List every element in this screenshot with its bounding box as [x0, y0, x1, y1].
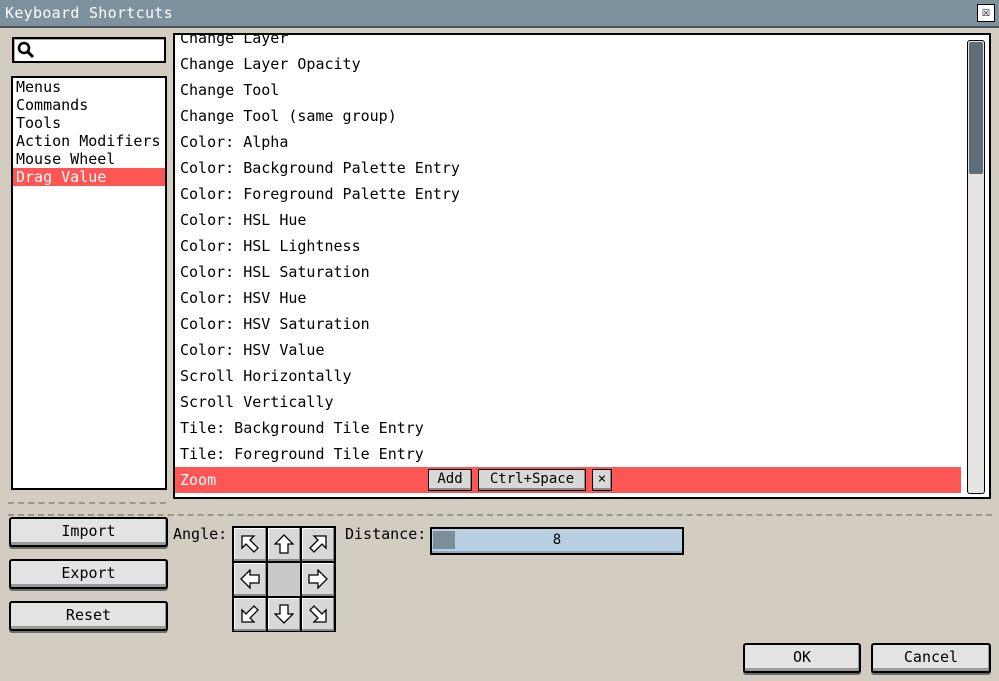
arrow-up-icon [274, 534, 294, 554]
angle-label: Angle: [173, 525, 228, 543]
shortcut-row[interactable]: Tile: Foreground Tile Entry [175, 441, 961, 467]
distance-label: Distance: [345, 525, 427, 543]
angle-up-left-button[interactable] [234, 528, 266, 561]
shortcut-list: Change Layer Change Layer Opacity Change… [173, 33, 991, 499]
import-label: Import [61, 522, 116, 540]
scrollbar-thumb[interactable] [969, 42, 983, 174]
reset-button[interactable]: Reset [9, 601, 168, 631]
arrow-left-icon [240, 569, 260, 589]
search-field[interactable] [12, 37, 166, 63]
divider [8, 514, 992, 516]
search-input[interactable] [36, 40, 158, 58]
category-list: Menus Commands Tools Action Modifiers Mo… [11, 76, 167, 490]
arrow-down-left-icon [241, 605, 259, 623]
export-button[interactable]: Export [9, 559, 168, 589]
close-icon: ☒ [981, 4, 991, 20]
category-item-action-modifiers[interactable]: Action Modifiers [13, 132, 165, 150]
ok-button[interactable]: OK [743, 643, 861, 673]
shortcut-row[interactable]: Change Layer Opacity [175, 51, 961, 77]
angle-up-button[interactable] [268, 528, 300, 561]
search-icon [17, 41, 35, 59]
divider [8, 502, 166, 504]
shortcut-row[interactable]: Scroll Vertically [175, 389, 961, 415]
shortcut-row[interactable]: Change Layer [175, 35, 961, 51]
distance-slider[interactable]: 8 [430, 527, 684, 555]
ok-label: OK [792, 648, 812, 666]
category-item-mouse-wheel[interactable]: Mouse Wheel [13, 150, 165, 168]
angle-up-right-button[interactable] [302, 528, 334, 561]
shortcut-row[interactable]: Color: HSL Hue [175, 207, 961, 233]
arrow-up-right-icon [309, 535, 327, 553]
shortcut-row[interactable]: Color: Background Palette Entry [175, 155, 961, 181]
close-button[interactable]: ☒ [977, 4, 995, 22]
arrow-up-left-icon [241, 535, 259, 553]
import-button[interactable]: Import [9, 517, 168, 547]
category-item-commands[interactable]: Commands [13, 96, 165, 114]
category-item-tools[interactable]: Tools [13, 114, 165, 132]
shortcut-row[interactable]: Scroll Horizontally [175, 363, 961, 389]
angle-down-left-button[interactable] [234, 598, 266, 631]
angle-center [268, 563, 300, 596]
reset-label: Reset [65, 606, 112, 624]
shortcut-row[interactable]: Change Tool (same group) [175, 103, 961, 129]
arrow-down-right-icon [309, 605, 327, 623]
shortcut-row-zoom[interactable]: Zoom Add Ctrl+Space × [175, 467, 961, 493]
shortcut-key-button[interactable]: Ctrl+Space [478, 469, 586, 491]
shortcut-row[interactable]: Color: Alpha [175, 129, 961, 155]
title-bar: Keyboard Shortcuts ☒ [0, 0, 999, 28]
arrow-right-icon [308, 569, 328, 589]
shortcut-row[interactable]: Tile: Background Tile Entry [175, 415, 961, 441]
category-item-menus[interactable]: Menus [13, 78, 165, 96]
cancel-label: Cancel [903, 648, 959, 666]
distance-value: 8 [552, 532, 562, 548]
shortcut-row[interactable]: Color: HSL Lightness [175, 233, 961, 259]
angle-down-right-button[interactable] [302, 598, 334, 631]
angle-left-button[interactable] [234, 563, 266, 596]
vertical-scrollbar[interactable] [967, 40, 985, 494]
shortcut-label: Zoom [180, 471, 217, 489]
shortcut-row[interactable]: Color: HSV Value [175, 337, 961, 363]
shortcut-row[interactable]: Color: HSV Hue [175, 285, 961, 311]
remove-shortcut-button[interactable]: × [592, 469, 612, 491]
shortcut-row[interactable]: Change Tool [175, 77, 961, 103]
angle-picker [232, 526, 336, 632]
category-item-drag-value[interactable]: Drag Value [13, 168, 165, 186]
angle-down-button[interactable] [268, 598, 300, 631]
add-shortcut-button[interactable]: Add [428, 469, 472, 491]
export-label: Export [61, 564, 116, 582]
cancel-button[interactable]: Cancel [871, 643, 991, 673]
shortcut-row[interactable]: Color: HSL Saturation [175, 259, 961, 285]
arrow-down-icon [274, 604, 294, 624]
shortcut-row[interactable]: Color: HSV Saturation [175, 311, 961, 337]
window-title: Keyboard Shortcuts [5, 4, 173, 22]
shortcut-row[interactable]: Color: Foreground Palette Entry [175, 181, 961, 207]
angle-right-button[interactable] [302, 563, 334, 596]
